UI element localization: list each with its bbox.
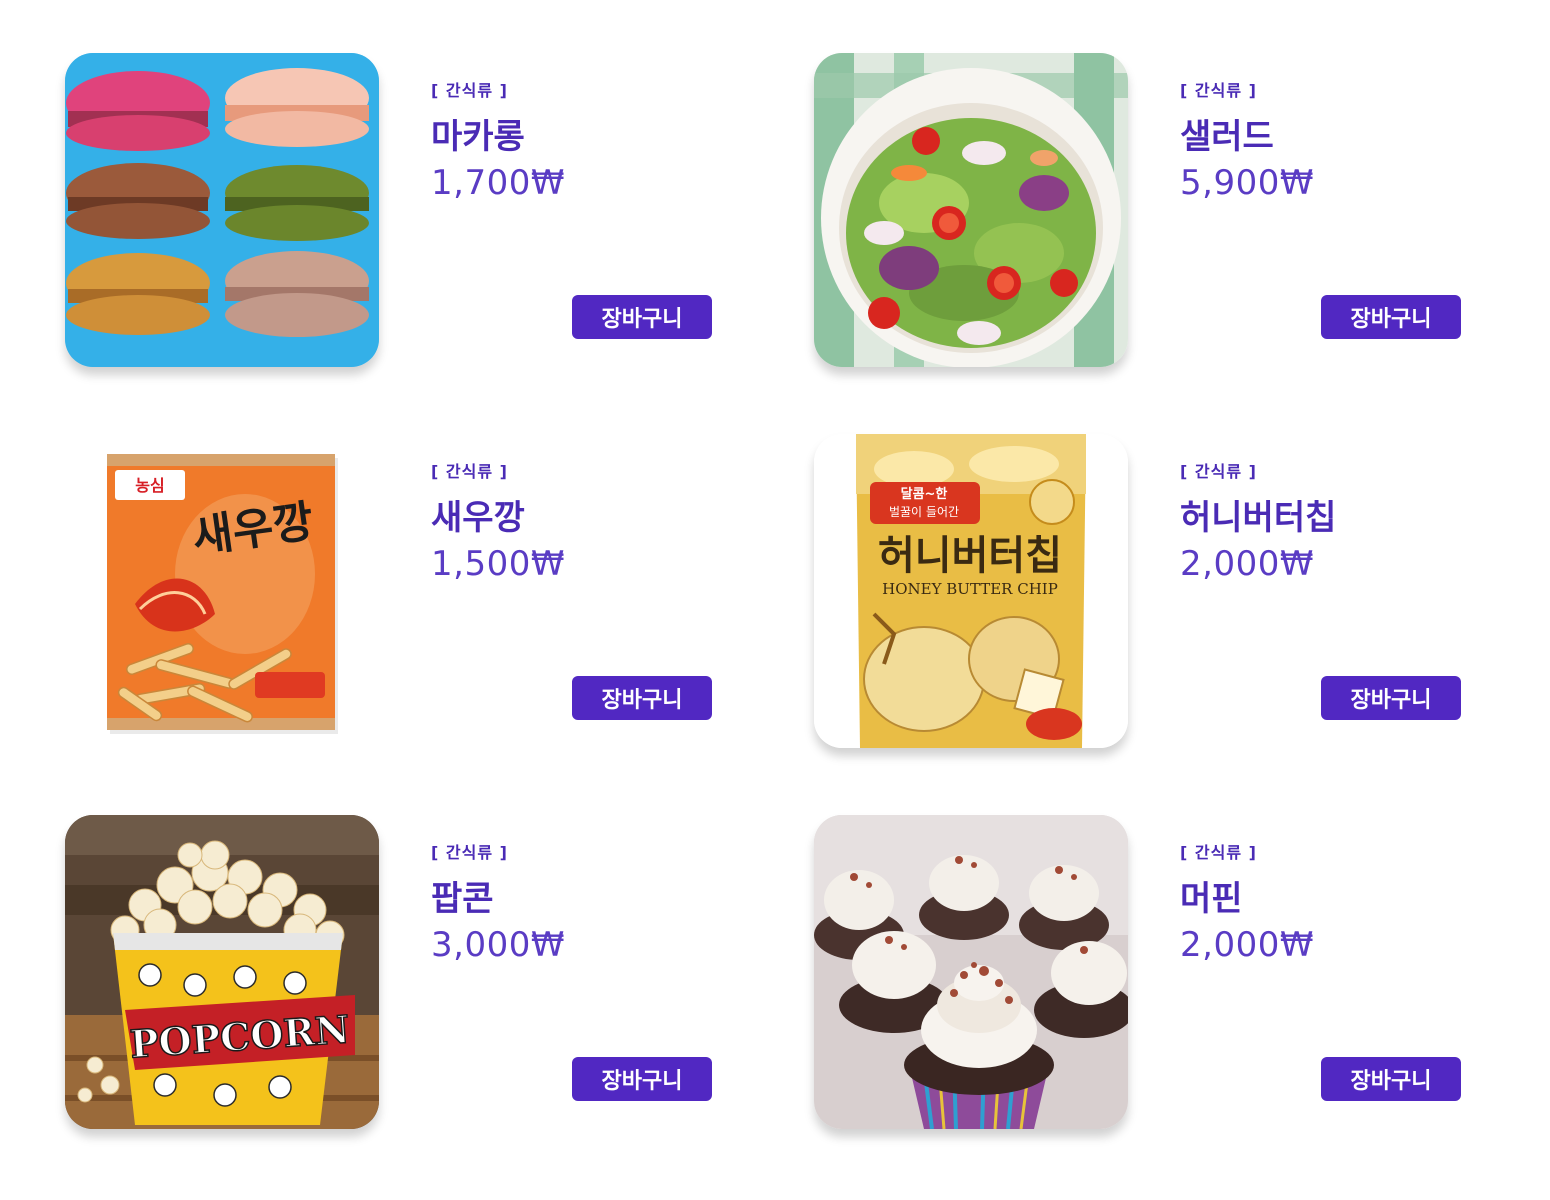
product-category: [ 간식류 ] [1180,462,1257,481]
product-price: 2,000₩ [1180,925,1314,965]
add-to-cart-button[interactable]: 장바구니 [1321,1057,1461,1101]
product-card-muffin: [ 간식류 ] 머핀 2,000₩ 장바구니 [814,815,1514,1145]
add-to-cart-button[interactable]: 장바구니 [572,295,712,339]
package-top-text: 달콤~한 [901,486,948,502]
saewookkang-image[interactable]: 농심 새우깡 [65,434,379,748]
add-to-cart-button[interactable]: 장바구니 [1321,295,1461,339]
package-english: HONEY BUTTER CHIP [882,580,1058,598]
product-card-honey-butter-chip: 달콤~한 벌꿀이 들어간 허니버터칩 HONEY BUTTER CHIP [ 간… [814,434,1514,764]
product-name: 새우깡 [431,498,525,538]
product-price: 1,500₩ [431,544,565,584]
product-name: 팝콘 [431,879,494,919]
product-card-saewookkang: 농심 새우깡 [ 간식류 ] 새우깡 1,500₩ 장바구니 [65,434,765,764]
product-name: 샐러드 [1180,117,1274,157]
add-to-cart-button[interactable]: 장바구니 [1321,676,1461,720]
product-card-salad: [ 간식류 ] 샐러드 5,900₩ 장바구니 [814,53,1514,383]
product-category: [ 간식류 ] [431,81,508,100]
salad-image[interactable] [814,53,1128,367]
package-title: 허니버터칩 [878,533,1062,579]
add-to-cart-button[interactable]: 장바구니 [572,1057,712,1101]
popcorn-image[interactable]: POPCORN [65,815,379,1129]
product-name: 마카롱 [431,117,525,157]
product-category: [ 간식류 ] [1180,81,1257,100]
product-price: 2,000₩ [1180,544,1314,584]
product-card-macaron: [ 간식류 ] 마카롱 1,700₩ 장바구니 [65,53,765,383]
macaron-image[interactable] [65,53,379,367]
product-price: 1,700₩ [431,163,565,203]
product-category: [ 간식류 ] [431,843,508,862]
honey-butter-chip-image[interactable]: 달콤~한 벌꿀이 들어간 허니버터칩 HONEY BUTTER CHIP [814,434,1128,748]
product-category: [ 간식류 ] [431,462,508,481]
product-price: 3,000₩ [431,925,565,965]
product-name: 허니버터칩 [1180,498,1337,538]
product-category: [ 간식류 ] [1180,843,1257,862]
package-brand: 농심 [135,476,164,495]
muffin-image[interactable] [814,815,1128,1129]
package-sub-text: 벌꿀이 들어간 [889,505,959,519]
product-name: 머핀 [1180,879,1243,919]
product-price: 5,900₩ [1180,163,1314,203]
add-to-cart-button[interactable]: 장바구니 [572,676,712,720]
product-card-popcorn: POPCORN [ 간식류 ] 팝콘 3,000₩ 장바구니 [65,815,765,1145]
